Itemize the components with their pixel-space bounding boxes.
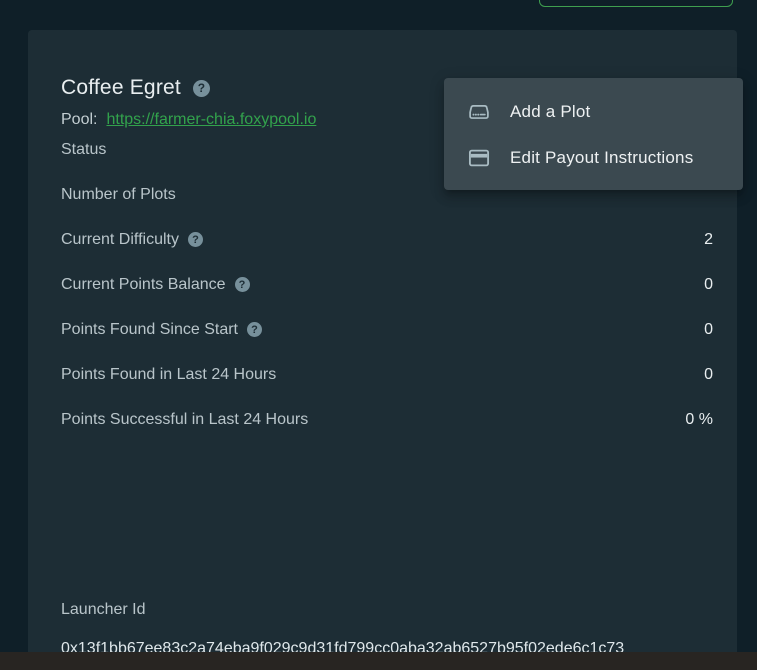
- launcher-id-label: Launcher Id: [61, 601, 146, 619]
- stat-value: 0 %: [685, 411, 713, 429]
- help-icon[interactable]: ?: [193, 80, 210, 97]
- help-icon[interactable]: ?: [235, 277, 250, 292]
- bottom-bar: [0, 652, 757, 670]
- credit-card-icon: [466, 145, 492, 171]
- help-icon[interactable]: ?: [188, 232, 203, 247]
- top-outlined-button[interactable]: [539, 0, 733, 7]
- menu-item-label: Edit Payout Instructions: [510, 148, 693, 168]
- drive-icon: [466, 99, 492, 125]
- stat-label: Points Found in Last 24 Hours: [61, 366, 276, 384]
- stat-row-points-found-since-start: Points Found Since Start ? 0: [28, 307, 737, 352]
- stat-label: Points Found Since Start: [61, 321, 238, 339]
- help-icon[interactable]: ?: [247, 322, 262, 337]
- menu-item-label: Add a Plot: [510, 102, 590, 122]
- stat-label: Status: [61, 141, 106, 159]
- stat-label: Points Successful in Last 24 Hours: [61, 411, 308, 429]
- stat-row-points-found-24h: Points Found in Last 24 Hours 0: [28, 352, 737, 397]
- stat-row-current-points-balance: Current Points Balance ? 0: [28, 262, 737, 307]
- stat-value: 0: [704, 321, 713, 339]
- menu-item-add-a-plot[interactable]: Add a Plot: [444, 89, 743, 135]
- stat-value: 0: [704, 276, 713, 294]
- stat-label: Current Difficulty: [61, 231, 179, 249]
- context-menu: Add a Plot Edit Payout Instructions: [444, 78, 743, 190]
- menu-item-edit-payout-instructions[interactable]: Edit Payout Instructions: [444, 135, 743, 181]
- stat-row-current-difficulty: Current Difficulty ? 2: [28, 217, 737, 262]
- stat-row-points-successful-24h: Points Successful in Last 24 Hours 0 %: [28, 397, 737, 442]
- card-title: Coffee Egret: [61, 76, 181, 100]
- stat-label: Number of Plots: [61, 186, 176, 204]
- stat-value: 2: [704, 231, 713, 249]
- stat-label: Current Points Balance: [61, 276, 226, 294]
- stat-value: 0: [704, 366, 713, 384]
